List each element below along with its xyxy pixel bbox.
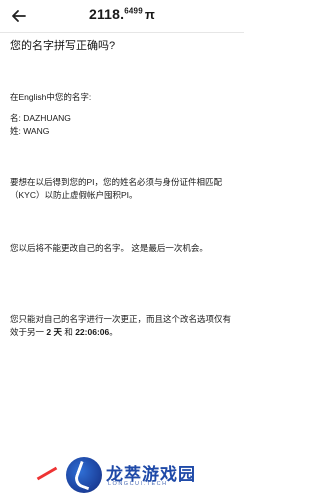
last-name: 姓: WANG (10, 126, 50, 136)
time-remaining: 22:06:06 (75, 327, 110, 337)
name-label: 在English中您的名字: (10, 92, 92, 102)
watermark-brand-sub: LONGCUI.TECH (108, 481, 168, 487)
balance-decimal: 6499 (124, 6, 143, 16)
question-heading: 您的名字拼写正确吗? (10, 40, 116, 52)
watermark-banner: 龙萃游戏园 LONGCUI.TECH (0, 448, 244, 500)
name-confirm-content: 您的名字拼写正确吗? 在English中您的名字: 名: DAZHUANG 姓:… (10, 40, 232, 339)
balance-integer: 2118. (88, 6, 125, 22)
pi-balance: 2118.6499 π (0, 6, 244, 22)
correction-notice: 您只能对自己的名字进行一次更正，而且这个改名选项仅有效于另一 2 天 和 22:… (10, 313, 232, 339)
correction-suffix: 。 (109, 327, 118, 337)
brand-logo-icon (66, 457, 102, 493)
pi-symbol: π (144, 7, 156, 22)
first-name: 名: DAZHUANG (10, 113, 71, 123)
correction-and: 和 (61, 327, 76, 337)
red-arrow-icon (36, 466, 58, 481)
days-remaining: 2 天 (46, 327, 62, 337)
top-bar: 2118.6499 π (0, 0, 244, 33)
last-chance-notice: 您以后将不能更改自己的名字。 这是最后一次机会。 (10, 243, 208, 253)
correction-prefix: 您只能对自己的名字进行一次更正，而且这个改名选项仅有效于另一 (10, 314, 232, 337)
kyc-notice: 要想在以后得到您的PI，您的姓名必须与身份证件相匹配（KYC）以防止虚假帐户囤积… (10, 177, 223, 200)
